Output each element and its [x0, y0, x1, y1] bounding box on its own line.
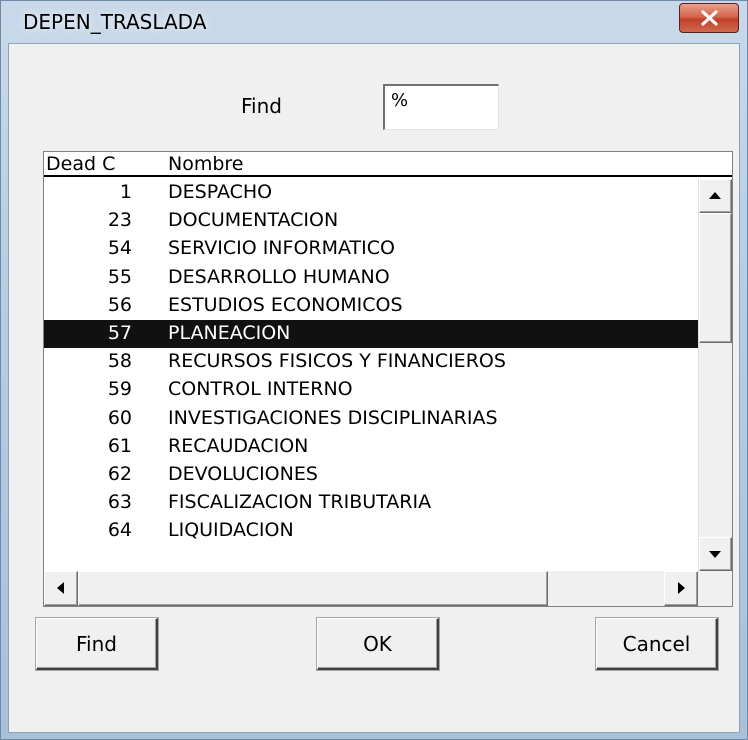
list-item[interactable]: 59 CONTROL INTERNO	[44, 376, 698, 404]
list-item-code: 63	[107, 491, 132, 514]
list-item-name: DESPACHO	[168, 181, 273, 203]
list-header: Dead C Nombre	[44, 152, 732, 177]
list-item-code: 64	[107, 519, 132, 542]
list-item-name: RECAUDACION	[168, 434, 309, 457]
find-input[interactable]: %	[383, 84, 499, 130]
list-item-name: CONTROL INTERNO	[168, 378, 353, 401]
arrow-down-icon	[709, 551, 721, 558]
list-item[interactable]: 54 SERVICIO INFORMATICO	[44, 235, 698, 263]
list-item-code: 58	[107, 350, 132, 373]
list-item-code: 56	[107, 293, 132, 316]
list-item-code: 62	[107, 462, 132, 485]
list-item-code: 59	[107, 378, 132, 401]
list-item[interactable]: 23 DOCUMENTACION	[44, 207, 698, 235]
scroll-left-button[interactable]	[44, 571, 78, 606]
dialog-window: DEPEN_TRASLADA Find % Dead C Nombre 1 DES…	[0, 0, 748, 740]
list-item-name: SERVICIO INFORMATICO	[168, 237, 395, 260]
horizontal-scrollbar[interactable]	[44, 571, 698, 606]
list-item-name: ESTUDIOS ECONOMICOS	[168, 293, 403, 316]
list-item-name: DESARROLLO HUMANO	[168, 265, 390, 288]
list-item[interactable]: 56 ESTUDIOS ECONOMICOS	[44, 292, 698, 320]
list-item-code: 60	[107, 406, 132, 429]
list-item-code: 61	[107, 434, 132, 457]
list-item[interactable]: 1 DESPACHO	[44, 179, 698, 207]
scroll-right-button[interactable]	[664, 571, 698, 606]
cancel-button[interactable]: Cancel	[596, 618, 718, 670]
scroll-up-button[interactable]	[699, 179, 732, 213]
list-item-code: 1	[119, 181, 132, 203]
list-item[interactable]: 58 RECURSOS FISICOS Y FINANCIEROS	[44, 348, 698, 376]
results-list[interactable]: Dead C Nombre 1 DESPACHO 23 DOCUMENTACION 54…	[43, 151, 733, 607]
find-label: Find	[241, 94, 282, 118]
list-item-name: PLANEACION	[168, 321, 291, 344]
close-icon	[701, 10, 718, 26]
arrow-up-icon	[709, 192, 721, 199]
list-item[interactable]: 55 DESARROLLO HUMANO	[44, 264, 698, 292]
list-item-name: RECURSOS FISICOS Y FINANCIEROS	[168, 350, 506, 373]
list-item-name: LIQUIDACION	[168, 519, 294, 542]
list-item-name: INVESTIGACIONES DISCIPLINARIAS	[168, 406, 498, 429]
list-item[interactable]: 60 INVESTIGACIONES DISCIPLINARIAS	[44, 405, 698, 433]
close-button[interactable]	[679, 3, 739, 33]
list-item-code: 23	[107, 209, 132, 232]
column-header-code: Dead C	[46, 153, 116, 175]
title-bar[interactable]: DEPEN_TRASLADA	[1, 1, 747, 43]
list-item-code: 55	[107, 265, 132, 288]
list-item[interactable]: 61 RECAUDACION	[44, 433, 698, 461]
horizontal-scroll-thumb[interactable]	[78, 571, 548, 606]
window-title: DEPEN_TRASLADA	[23, 10, 207, 34]
find-button[interactable]: Find	[36, 618, 158, 670]
list-item-name: FISCALIZACION TRIBUTARIA	[168, 491, 432, 514]
dialog-body: Find % Dead C Nombre 1 DESPACHO 23 DOCUMENT…	[8, 43, 740, 733]
list-item[interactable]: 64 LIQUIDACION	[44, 517, 698, 545]
list-item-code: 57	[107, 321, 132, 344]
scroll-down-button[interactable]	[699, 537, 732, 571]
column-header-name: Nombre	[168, 153, 244, 175]
ok-button[interactable]: OK	[317, 618, 439, 670]
vertical-scroll-thumb[interactable]	[699, 213, 732, 343]
list-item[interactable]: 57 PLANEACION	[44, 319, 698, 349]
arrow-left-icon	[57, 582, 64, 594]
scrollbar-corner	[698, 571, 732, 606]
list-item-code: 54	[107, 237, 132, 260]
arrow-right-icon	[678, 582, 685, 594]
list-item-name: DEVOLUCIONES	[168, 462, 318, 485]
list-item[interactable]: 62 DEVOLUCIONES	[44, 461, 698, 489]
list-item-name: DOCUMENTACION	[168, 209, 339, 232]
vertical-scrollbar[interactable]	[698, 179, 732, 571]
list-rows: 1 DESPACHO 23 DOCUMENTACION 54 SERVICIO INFOR…	[44, 179, 698, 545]
list-item[interactable]: 63 FISCALIZACION TRIBUTARIA	[44, 489, 698, 517]
